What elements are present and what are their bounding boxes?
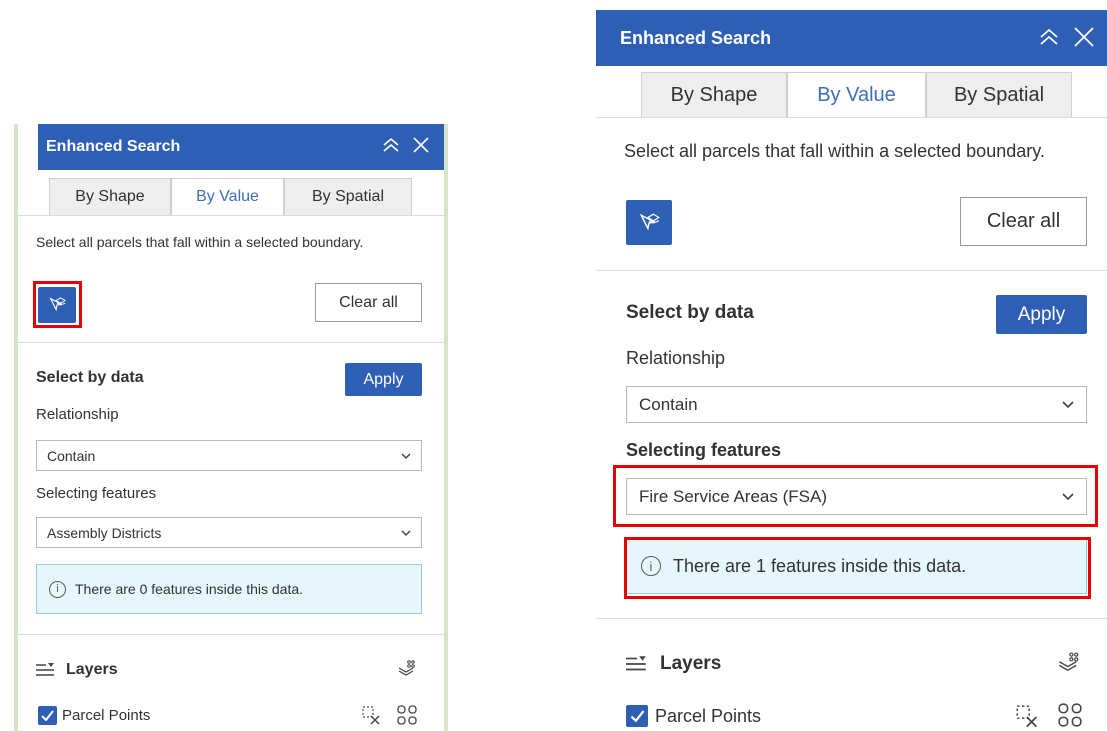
search-tabs: By Shape By Value By Spatial: [641, 72, 1072, 118]
features-info-notice: i There are 1 features inside this data.: [626, 538, 1087, 594]
layers-list-icon: [626, 656, 646, 671]
clear-all-button[interactable]: Clear all: [960, 197, 1087, 246]
tab-by-spatial[interactable]: By Spatial: [284, 178, 412, 216]
info-icon: i: [49, 580, 66, 598]
section-divider: [596, 270, 1107, 271]
grid-icon: [1058, 703, 1082, 727]
relationship-select[interactable]: Contain: [36, 440, 422, 471]
layers-header: Layers: [626, 653, 721, 675]
search-tabs: By Shape By Value By Spatial: [49, 178, 412, 216]
panel-title: Enhanced Search: [46, 138, 181, 155]
tab-by-value[interactable]: By Value: [171, 178, 284, 216]
layer-item-label: Parcel Points: [655, 706, 762, 726]
clear-selection-button[interactable]: [360, 705, 384, 727]
layer-stack-icon: [398, 660, 415, 676]
clear-selection-icon: [1016, 705, 1037, 728]
relationship-select[interactable]: Contain: [626, 386, 1087, 423]
select-by-location-icon: [49, 297, 66, 312]
clear-selection-icon: [362, 706, 380, 725]
apply-button[interactable]: Apply: [345, 363, 422, 396]
tab-by-shape[interactable]: By Shape: [641, 72, 787, 118]
panel-title: Enhanced Search: [620, 27, 772, 48]
tab-by-shape[interactable]: By Shape: [49, 178, 171, 216]
layers-divider: [18, 634, 444, 635]
chevron-down-icon: [401, 452, 411, 459]
right-enhanced-search-panel: Enhanced Search By Shape By Value By Spa…: [596, 10, 1107, 731]
layers-list-icon: [36, 663, 54, 676]
grid-icon: [397, 705, 417, 725]
layers-label: Layers: [66, 661, 118, 678]
chevron-down-icon: [401, 529, 411, 536]
parcel-points-checkbox[interactable]: [38, 706, 57, 725]
search-description: Select all parcels that fall within a se…: [36, 234, 364, 250]
select-by-location-button[interactable]: [38, 287, 76, 323]
select-by-location-button[interactable]: [626, 200, 672, 245]
layer-options-button[interactable]: [394, 658, 420, 680]
close-icon[interactable]: [1073, 26, 1095, 51]
tabs-divider: [596, 117, 1107, 118]
selecting-features-select[interactable]: Assembly Districts: [36, 517, 422, 548]
info-icon: i: [641, 556, 661, 576]
select-by-data-label: Select by data: [626, 302, 754, 323]
tabs-divider: [18, 215, 444, 216]
layers-divider: [596, 618, 1107, 619]
panel-header: Enhanced Search: [596, 10, 1107, 66]
parcel-points-checkbox[interactable]: [626, 705, 648, 727]
grid-button[interactable]: [1056, 701, 1084, 729]
layers-label: Layers: [660, 653, 722, 674]
double-chevron-up-icon[interactable]: [1039, 28, 1059, 49]
clear-all-button[interactable]: Clear all: [315, 283, 422, 322]
selecting-features-select[interactable]: Fire Service Areas (FSA): [626, 478, 1087, 515]
clear-selection-button[interactable]: [1014, 704, 1042, 730]
section-divider: [18, 342, 444, 343]
chevron-down-icon: [1062, 401, 1074, 409]
selecting-features-label: Selecting features: [626, 440, 782, 460]
tab-by-value[interactable]: By Value: [787, 72, 926, 118]
relationship-label: Relationship: [36, 406, 119, 423]
check-icon: [630, 710, 644, 722]
apply-button[interactable]: Apply: [996, 295, 1087, 334]
double-chevron-up-icon[interactable]: [382, 137, 400, 157]
layer-options-button[interactable]: [1054, 650, 1084, 676]
select-by-location-icon: [639, 212, 660, 231]
chevron-down-icon: [1062, 493, 1074, 501]
layer-stack-icon: [1059, 652, 1079, 672]
search-description: Select all parcels that fall within a se…: [624, 141, 1045, 161]
select-by-data-label: Select by data: [36, 369, 144, 386]
features-info-notice: i There are 0 features inside this data.: [36, 564, 422, 614]
tab-by-spatial[interactable]: By Spatial: [926, 72, 1072, 118]
grid-button[interactable]: [395, 703, 419, 727]
map-edge-right: [444, 124, 448, 731]
panel-header: Enhanced Search: [38, 124, 444, 170]
left-enhanced-search-panel: Enhanced Search By Shape By Value By Spa…: [14, 124, 448, 731]
layers-header: Layers: [36, 661, 118, 679]
check-icon: [41, 710, 54, 721]
selecting-features-label: Selecting features: [36, 485, 157, 502]
relationship-label: Relationship: [626, 348, 726, 368]
layer-item-label: Parcel Points: [62, 707, 151, 724]
close-icon[interactable]: [412, 136, 430, 158]
